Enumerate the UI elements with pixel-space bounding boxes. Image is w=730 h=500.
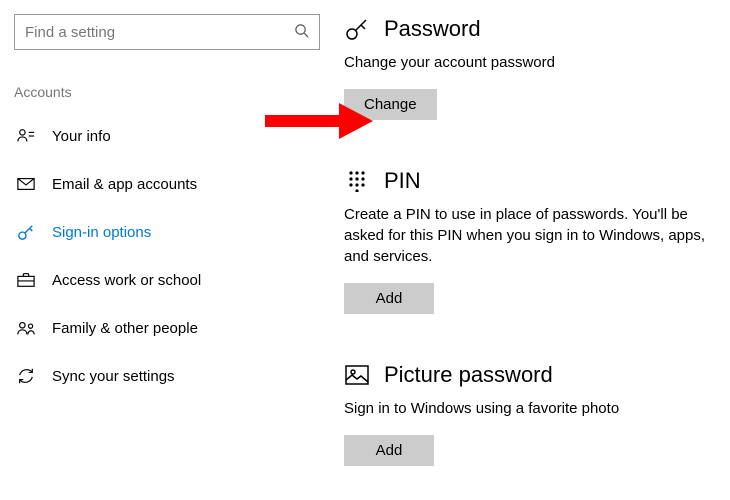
search-input[interactable] xyxy=(25,24,294,41)
briefcase-icon xyxy=(16,272,36,288)
password-section: Password Change your account password Ch… xyxy=(344,16,730,120)
sidebar-item-label: Email & app accounts xyxy=(52,176,197,193)
picture-password-section: Picture password Sign in to Windows usin… xyxy=(344,362,730,466)
people-icon xyxy=(16,320,36,336)
add-pin-button[interactable]: Add xyxy=(344,283,434,314)
search-icon xyxy=(294,23,309,42)
sidebar-item-work-school[interactable]: Access work or school xyxy=(14,256,330,304)
sidebar-item-signin-options[interactable]: Sign-in options xyxy=(14,208,330,256)
sidebar-item-label: Sign-in options xyxy=(52,224,151,241)
search-box[interactable] xyxy=(14,14,320,50)
add-picture-password-button[interactable]: Add xyxy=(344,435,434,466)
sidebar-item-label: Access work or school xyxy=(52,272,201,289)
sidebar: Accounts Your info Email & app accounts … xyxy=(0,0,330,500)
keypad-icon xyxy=(344,170,370,192)
picture-icon xyxy=(344,365,370,385)
main-content: Password Change your account password Ch… xyxy=(330,0,730,500)
sync-icon xyxy=(16,367,36,385)
sidebar-section-label: Accounts xyxy=(14,84,330,100)
sidebar-item-label: Your info xyxy=(52,128,111,145)
picture-desc: Sign in to Windows using a favorite phot… xyxy=(344,398,730,419)
pin-desc: Create a PIN to use in place of password… xyxy=(344,204,730,267)
sidebar-item-label: Sync your settings xyxy=(52,368,175,385)
sidebar-item-email-accounts[interactable]: Email & app accounts xyxy=(14,160,330,208)
change-password-button[interactable]: Change xyxy=(344,89,437,120)
picture-title: Picture password xyxy=(384,362,553,388)
user-info-icon xyxy=(16,127,36,145)
pin-title: PIN xyxy=(384,168,421,194)
sidebar-item-family-people[interactable]: Family & other people xyxy=(14,304,330,352)
pin-section: PIN Create a PIN to use in place of pass… xyxy=(344,168,730,314)
key-icon xyxy=(344,17,370,41)
password-desc: Change your account password xyxy=(344,52,730,73)
key-icon xyxy=(16,223,36,241)
password-title: Password xyxy=(384,16,481,42)
sidebar-item-label: Family & other people xyxy=(52,320,198,337)
mail-icon xyxy=(16,177,36,191)
sidebar-item-your-info[interactable]: Your info xyxy=(14,112,330,160)
sidebar-item-sync-settings[interactable]: Sync your settings xyxy=(14,352,330,400)
